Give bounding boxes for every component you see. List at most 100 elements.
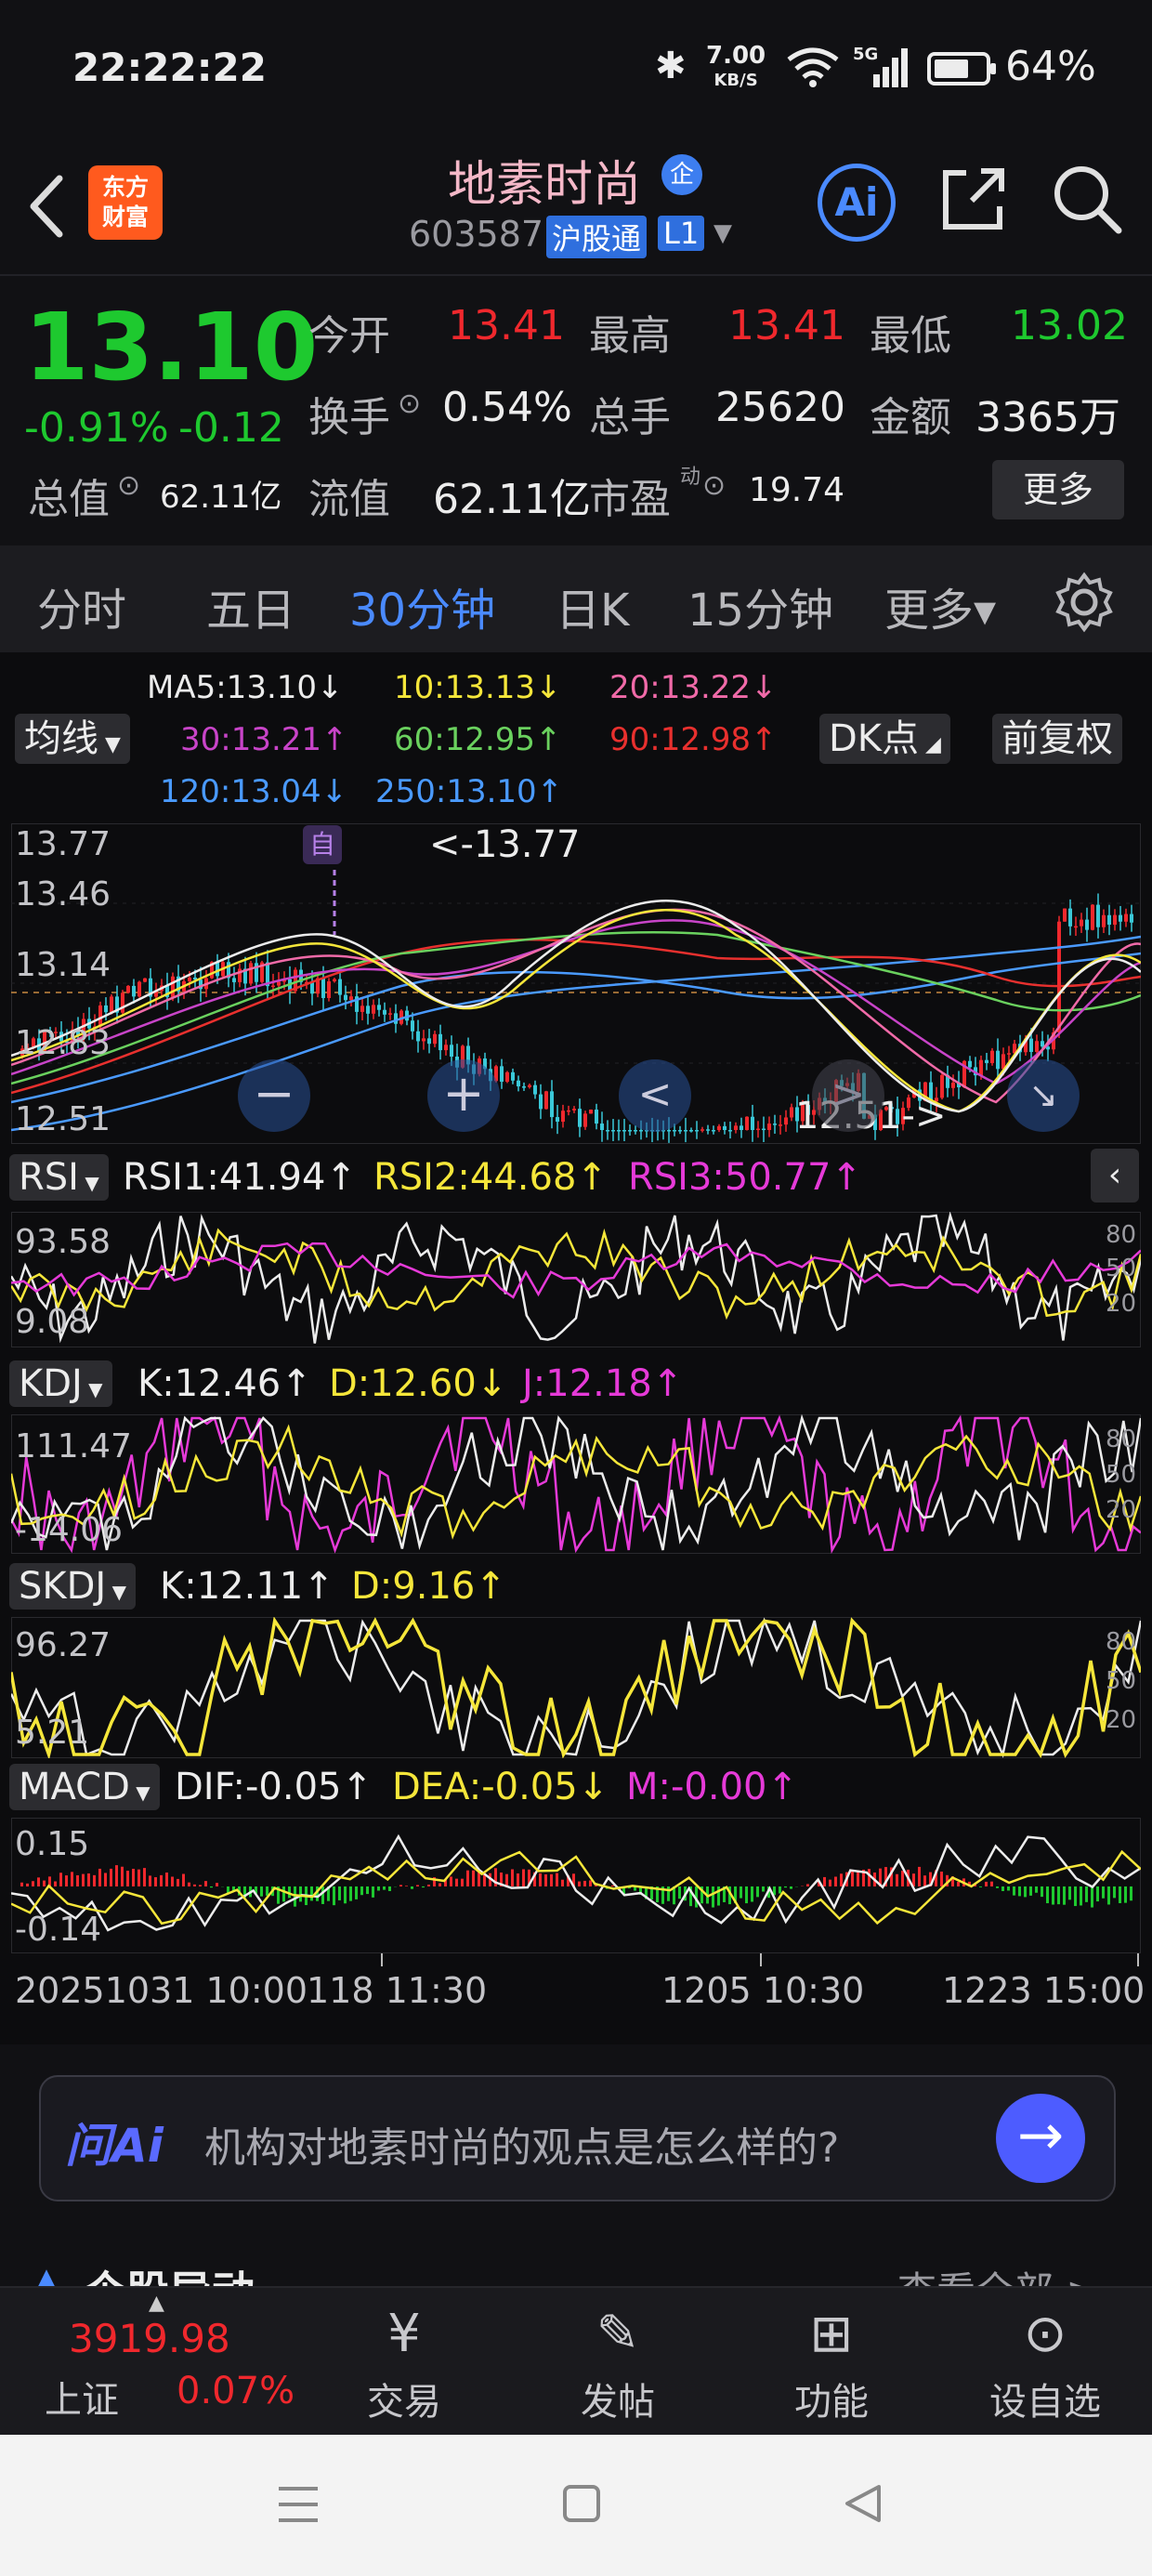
macd-dif-value: DIF:-0.05↑ <box>175 1766 373 1808</box>
tab-five-day[interactable]: 五日 <box>206 573 295 638</box>
tab-15min[interactable]: 15分钟 <box>687 573 833 638</box>
candle-body <box>533 1084 537 1095</box>
home-icon[interactable] <box>561 2483 602 2524</box>
info-icon[interactable]: ⊙ <box>702 469 726 502</box>
macd-bar <box>751 1886 753 1902</box>
info-icon[interactable]: ⊙ <box>117 469 140 502</box>
candle-body <box>1107 914 1111 926</box>
dk-point-button[interactable]: DK点 ◢ <box>819 714 950 764</box>
price-chart[interactable] <box>11 823 1141 1144</box>
scroll-right-button[interactable]: > <box>812 1059 884 1132</box>
chevron-down-icon[interactable]: ▼ <box>713 219 732 247</box>
nav-functions[interactable]: ⊞ 功能 <box>757 2297 906 2425</box>
view-all-link[interactable]: 查看全部 > <box>897 2260 1099 2286</box>
index-ticker[interactable]: ▲ 3919.98 上证 0.07% <box>0 2288 295 2437</box>
reset-arrow-icon[interactable]: ↘ <box>1007 1059 1080 1132</box>
macd-bar <box>210 1886 213 1888</box>
candle-body <box>433 1033 437 1045</box>
self-select-marker[interactable]: 自 <box>303 825 342 864</box>
macd-bar <box>439 1883 441 1886</box>
candle-body <box>344 994 347 1001</box>
ma30-value: 30:13.21↑ <box>180 721 348 758</box>
macd-selector-label: MACD <box>19 1766 130 1808</box>
kdj-chart <box>11 1414 1141 1554</box>
macd-bar <box>321 1886 324 1904</box>
macd-dea-value: DEA:-0.05↓ <box>392 1766 609 1808</box>
zoom-in-button[interactable]: + <box>427 1059 500 1132</box>
search-icon[interactable] <box>1050 162 1124 236</box>
macd-selector[interactable]: MACD ▼ <box>9 1764 160 1810</box>
candle-body <box>271 985 275 988</box>
skdj-selector[interactable]: SKDJ ▼ <box>9 1563 136 1610</box>
macd-bar <box>383 1886 386 1890</box>
macd-bar <box>1041 1886 1043 1898</box>
signal-icon <box>873 48 908 87</box>
nav-add-favorite[interactable]: ⊙ 设自选 <box>971 2297 1119 2425</box>
macd-bar <box>1085 1886 1088 1902</box>
candle-body <box>366 1005 370 1014</box>
macd-bar <box>450 1876 452 1886</box>
macd-bar <box>1102 1886 1105 1899</box>
ai-button[interactable]: Ai <box>818 164 896 242</box>
back-nav-icon[interactable] <box>842 2481 884 2526</box>
candle-body <box>606 1130 609 1132</box>
rsi-selector[interactable]: RSI ▼ <box>9 1154 109 1201</box>
share-icon[interactable] <box>938 164 1009 234</box>
candle-body <box>985 1059 988 1063</box>
tab-30min[interactable]: 30分钟 <box>349 573 496 659</box>
macd-bar <box>985 1881 988 1886</box>
macd-axis-top: 0.15 <box>15 1825 90 1863</box>
candle-body <box>773 1124 777 1125</box>
stock-code: 603587 <box>409 214 544 255</box>
back-icon[interactable] <box>26 173 67 240</box>
turnover-label: 换手 <box>308 394 390 441</box>
nav-add-favorite-label: 设自选 <box>989 2381 1101 2424</box>
logo-line2: 财富 <box>101 204 149 230</box>
kline-chart-area[interactable]: MA5:13.10↓ 10:13.13↓ 20:13.22↓ 均线 ▼ 30:1… <box>0 652 1152 2044</box>
rsi-chart <box>11 1212 1141 1347</box>
bottom-nav: ▲ 3919.98 上证 0.07% ¥ 交易 ✎ 发帖 ⊞ 功能 ⊙ 设自选 <box>0 2286 1152 2437</box>
tab-minute[interactable]: 分时 <box>37 573 126 638</box>
kdj-selector[interactable]: KDJ ▼ <box>9 1360 112 1407</box>
macd-bar <box>199 1885 202 1886</box>
price-adjust-button[interactable]: 前复权 <box>992 714 1122 764</box>
nav-trade[interactable]: ¥ 交易 <box>330 2297 478 2425</box>
candle-body <box>539 1094 543 1110</box>
stock-name: 地素时尚 <box>448 157 642 213</box>
nav-post-label: 发帖 <box>581 2381 655 2424</box>
macd-bar <box>712 1886 714 1908</box>
collapse-panel-button[interactable]: ‹ <box>1091 1149 1139 1203</box>
macd-bar <box>1035 1886 1038 1893</box>
nav-post[interactable]: ✎ 发帖 <box>543 2297 692 2425</box>
macd-bar <box>740 1886 742 1899</box>
candle-body <box>394 1013 398 1024</box>
gear-icon[interactable] <box>1054 572 1115 633</box>
macd-bar <box>59 1873 62 1886</box>
menu-icon[interactable] <box>275 2483 321 2526</box>
zoom-out-button[interactable]: − <box>238 1059 310 1132</box>
macd-bar <box>583 1880 586 1886</box>
macd-bar <box>868 1869 871 1886</box>
index-change: 0.07% <box>177 2370 295 2412</box>
candle-body <box>1085 919 1089 930</box>
x-axis-label: 118 11:30 <box>307 1970 488 2011</box>
more-button[interactable]: 更多 <box>992 460 1124 519</box>
ask-ai-box[interactable]: 问Ai 机构对地素时尚的观点是怎么样的? → <box>39 2075 1116 2201</box>
macd-bar <box>216 1883 218 1886</box>
macd-bar <box>756 1886 759 1898</box>
send-arrow-icon[interactable]: → <box>996 2094 1085 2183</box>
ask-ai-prompt[interactable]: 机构对地素时尚的观点是怎么样的? <box>204 2114 839 2174</box>
macd-bar <box>1124 1886 1127 1903</box>
candle-body <box>728 1130 732 1132</box>
scroll-left-button[interactable]: < <box>619 1059 691 1132</box>
tab-daily-k[interactable]: 日K <box>556 573 629 638</box>
status-bar: 22:22:22 ✱ 7.00 KB/S 5G 64% <box>0 0 1152 139</box>
candle-body <box>249 963 253 984</box>
macd-bar <box>834 1876 837 1886</box>
high-value: 13.41 <box>728 302 845 349</box>
ma-selector[interactable]: 均线 ▼ <box>15 714 130 764</box>
macd-bar <box>589 1880 592 1886</box>
info-icon[interactable]: ⊙ <box>398 388 421 420</box>
tab-more[interactable]: 更多▾ <box>884 573 996 638</box>
enterprise-badge: 企 <box>661 154 702 195</box>
